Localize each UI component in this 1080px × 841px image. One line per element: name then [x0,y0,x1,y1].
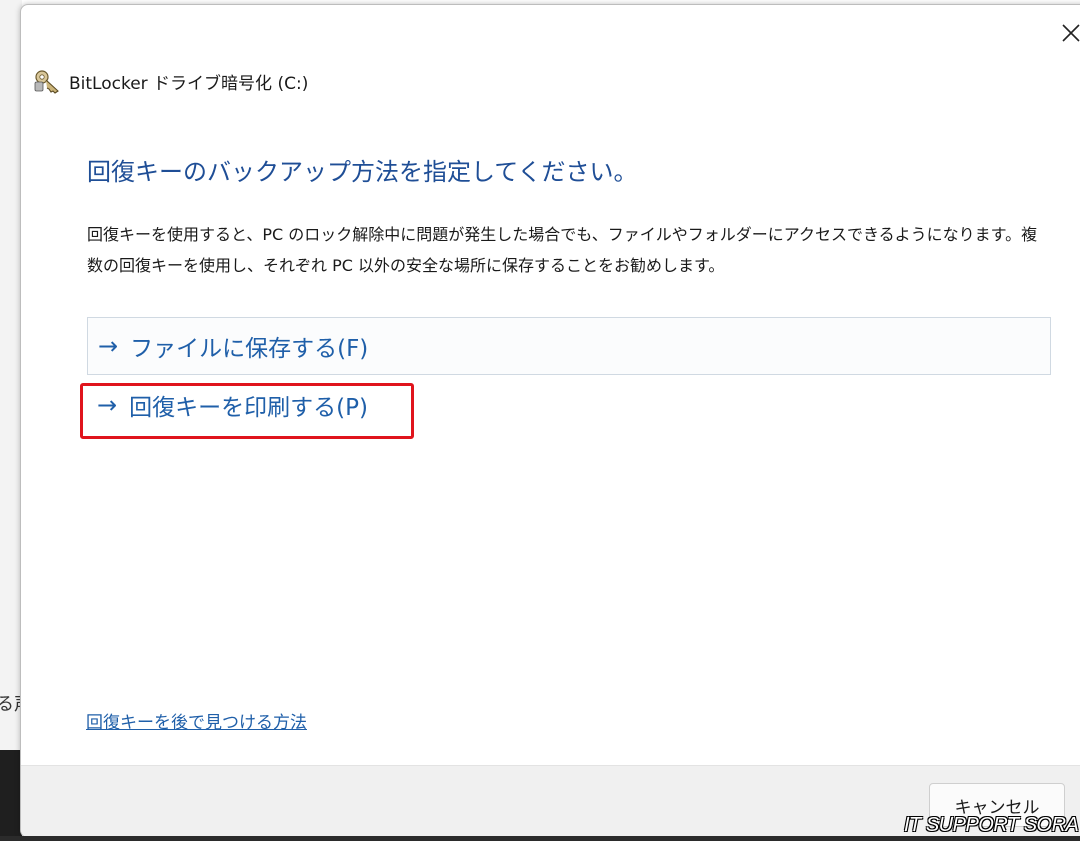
close-icon [1062,24,1080,42]
description-text: 回復キーを使用すると、PC のロック解除中に問題が発生した場合でも、ファイルやフ… [87,225,1038,275]
page-heading: 回復キーのバックアップ方法を指定してください。 [87,158,638,186]
background-taskbar [0,750,22,841]
print-recovery-key-option[interactable]: → 回復キーを印刷する(P) [87,377,1049,433]
title-bar: BitLocker ドライブ暗号化 (C:) [33,67,308,95]
bitlocker-dialog: BitLocker ドライブ暗号化 (C:) 回復キーのバックアップ方法を指定し… [20,4,1080,838]
save-to-file-label: ファイルに保存する(F) [130,336,369,362]
save-to-file-option[interactable]: → ファイルに保存する(F) [87,317,1051,375]
print-recovery-key-label: 回復キーを印刷する(P) [129,395,368,421]
watermark: IT SUPPORT SORA [904,814,1079,836]
close-button[interactable] [1051,13,1080,53]
arrow-right-icon: → [97,391,118,419]
find-recovery-key-link[interactable]: 回復キーを後で見つける方法 [86,708,307,733]
window-title: BitLocker ドライブ暗号化 (C:) [69,73,309,94]
arrow-right-icon: → [98,332,119,360]
bitlocker-key-icon [34,70,59,94]
